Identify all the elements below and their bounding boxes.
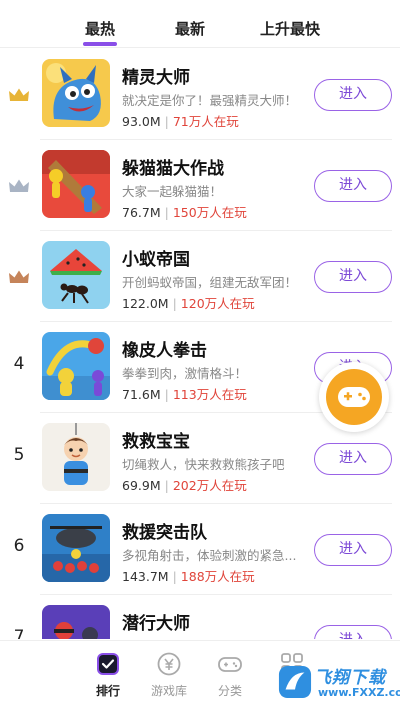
gold-crown-icon: [9, 88, 29, 101]
blue-dragon-icon: [42, 59, 110, 127]
rank-number: 4: [13, 354, 25, 374]
bronze-crown-icon: [9, 270, 29, 283]
save-baby-icon: [42, 423, 110, 491]
nav-ranking[interactable]: 排行: [78, 651, 138, 699]
nav-category[interactable]: 分类: [200, 651, 260, 699]
game-players: 120万人在玩: [180, 296, 255, 311]
game-description: 大家一起躲猫猫！: [122, 184, 223, 199]
list-item[interactable]: 7 潜行大师 进入: [0, 595, 400, 639]
tab-rising-fastest[interactable]: 上升最快: [235, 0, 345, 39]
nav-label: 排行: [95, 684, 120, 698]
ant-watermelon-icon: [42, 241, 110, 309]
game-description: 多视角射击，体验刺激的紧急...: [122, 548, 297, 563]
game-library-icon: [157, 652, 181, 676]
enter-button[interactable]: 进入: [314, 443, 392, 475]
enter-button[interactable]: 进入: [314, 170, 392, 202]
game-meta: 76.7M | 150万人在玩: [122, 205, 247, 220]
stealth-master-icon: [42, 605, 110, 639]
enter-button[interactable]: 进入: [314, 79, 392, 111]
game-size: 76.7M: [122, 205, 161, 220]
game-description: 拳拳到肉，激情格斗！: [122, 366, 248, 381]
game-title: 潜行大师: [122, 614, 190, 634]
tab-newest[interactable]: 最新: [145, 0, 235, 39]
game-title: 救救宝宝: [122, 432, 190, 452]
silver-crown-icon: [9, 179, 29, 192]
nav-game-library[interactable]: 游戏库: [139, 651, 199, 699]
enter-button[interactable]: 进入: [314, 261, 392, 293]
hide-and-seek-icon: [42, 150, 110, 218]
game-title: 橡皮人拳击: [122, 341, 207, 361]
game-title: 救援突击队: [122, 523, 207, 543]
game-size: 71.6M: [122, 387, 161, 402]
game-meta: 93.0M | 71万人在玩: [122, 114, 239, 129]
ranking-icon: [97, 653, 119, 675]
game-meta: 143.7M | 188万人在玩: [122, 569, 255, 584]
watermark: 飞翔下载 www.FXXZ.com: [276, 662, 400, 702]
game-players: 202万人在玩: [172, 478, 247, 493]
game-size: 69.9M: [122, 478, 161, 493]
enter-button[interactable]: 进入: [314, 534, 392, 566]
game-title: 精灵大师: [122, 68, 190, 88]
game-title: 躲猫猫大作战: [122, 159, 224, 179]
rank-number: 7: [13, 627, 25, 639]
nav-label: 游戏库: [150, 684, 187, 698]
rank-number: 6: [13, 536, 25, 556]
tab-hottest[interactable]: 最热: [55, 0, 145, 46]
game-title: 小蚁帝国: [122, 250, 190, 270]
game-description: 就决定是你了！最强精灵大师！: [122, 93, 298, 108]
game-description: 切绳救人，快来救救熊孩子吧: [122, 457, 285, 472]
list-item[interactable]: 6 救援突击队 多视角射击，体验刺激的紧急... 143.7M | 188万人在玩 …: [0, 504, 400, 595]
gamepad-icon: [218, 657, 242, 672]
game-players: 113万人在玩: [172, 387, 247, 402]
watermark-logo-icon: [278, 665, 312, 699]
game-players: 150万人在玩: [172, 205, 247, 220]
game-description: 开创蚂蚁帝国，组建无敌军团！: [122, 275, 298, 290]
watermark-text: 飞翔下载: [314, 668, 386, 688]
list-item[interactable]: 躲猫猫大作战 大家一起躲猫猫！ 76.7M | 150万人在玩 进入: [0, 140, 400, 231]
game-size: 122.0M: [122, 296, 169, 311]
game-list: 精灵大师 就决定是你了！最强精灵大师！ 93.0M | 71万人在玩 进入 躲猫猫大…: [0, 49, 400, 639]
rubber-man-boxing-icon: [42, 332, 110, 400]
list-item[interactable]: 精灵大师 就决定是你了！最强精灵大师！ 93.0M | 71万人在玩 进入: [0, 49, 400, 140]
rank-number: 5: [13, 445, 25, 465]
game-meta: 122.0M | 120万人在玩: [122, 296, 255, 311]
floating-game-button[interactable]: [319, 362, 389, 432]
game-players: 188万人在玩: [180, 569, 255, 584]
nav-label: 分类: [217, 684, 242, 698]
gamepad-icon: [338, 387, 370, 407]
game-size: 93.0M: [122, 114, 161, 129]
game-players: 71万人在玩: [172, 114, 239, 129]
list-item[interactable]: 小蚁帝国 开创蚂蚁帝国，组建无敌军团！ 122.0M | 120万人在玩 进入: [0, 231, 400, 322]
game-meta: 71.6M | 113万人在玩: [122, 387, 247, 402]
rescue-squad-icon: [42, 514, 110, 582]
game-meta: 69.9M | 202万人在玩: [122, 478, 247, 493]
top-tab-bar: 最热 最新 上升最快: [0, 0, 400, 48]
game-size: 143.7M: [122, 569, 169, 584]
watermark-url: www.FXXZ.com: [318, 686, 400, 699]
enter-button[interactable]: 进入: [314, 625, 392, 639]
